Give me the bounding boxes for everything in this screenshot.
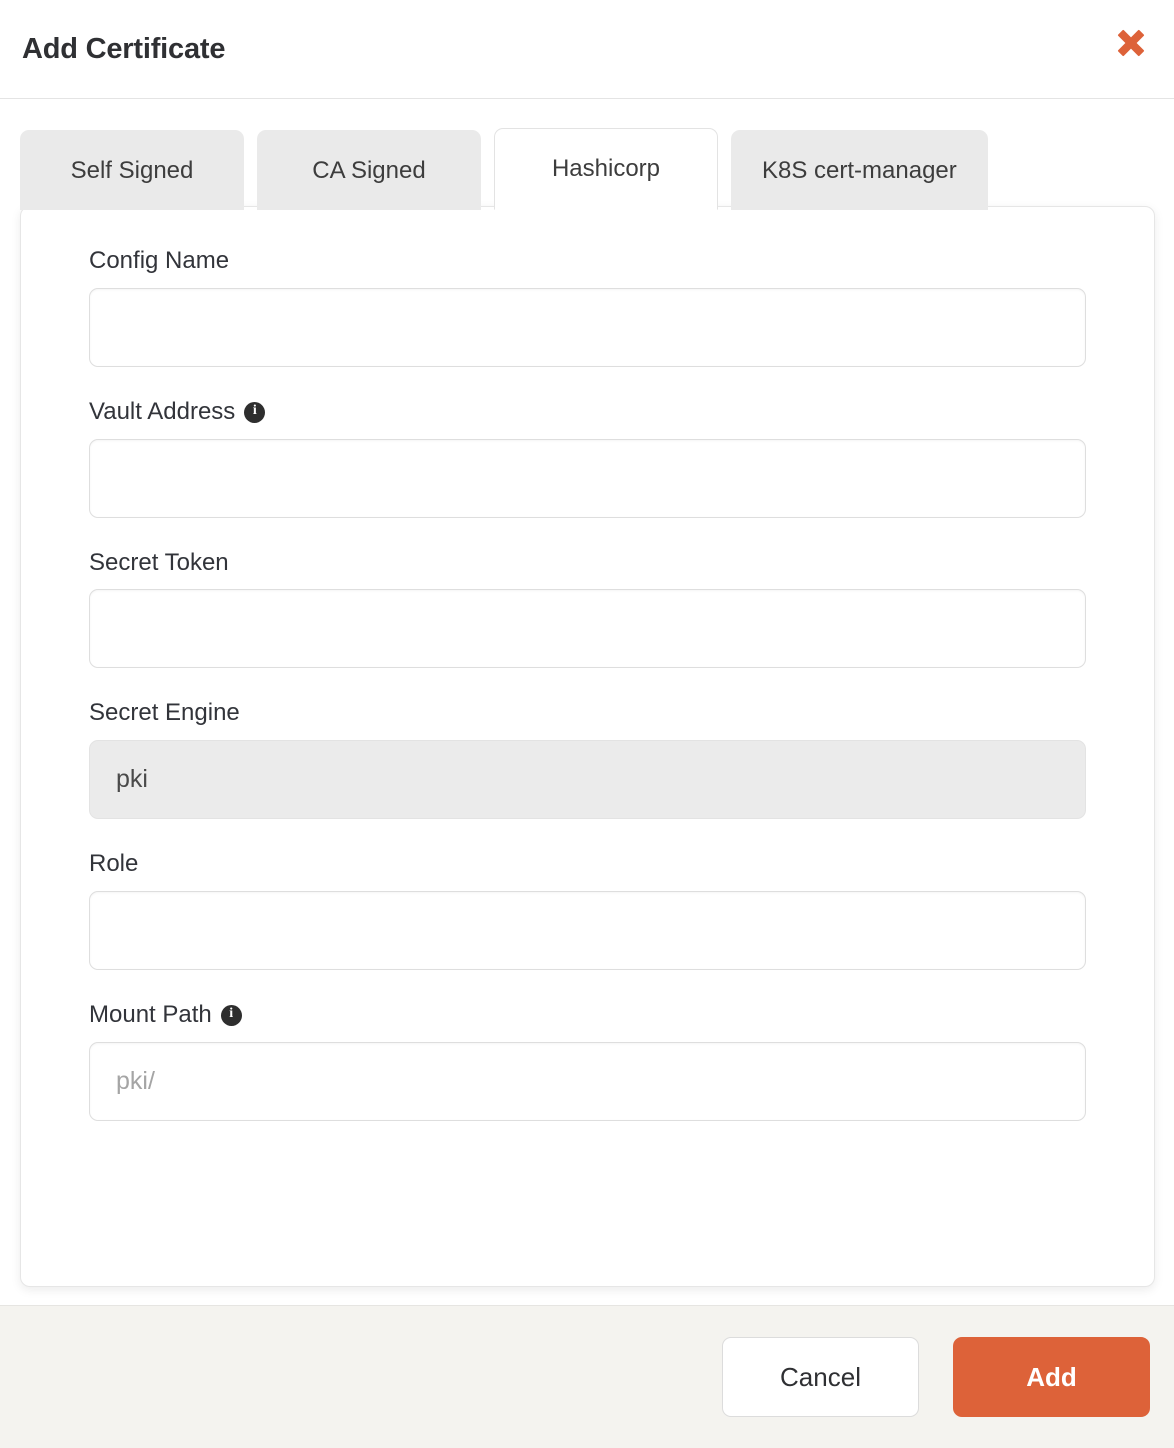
tab-label: Hashicorp — [552, 155, 660, 183]
tab-ca-signed[interactable]: CA Signed — [257, 130, 481, 210]
field-label-text: Vault Address — [89, 398, 235, 427]
tab-k8s-cert-manager[interactable]: K8S cert-manager — [731, 130, 988, 210]
role-input[interactable] — [89, 891, 1086, 970]
field-config-name: Config Name — [89, 247, 1086, 367]
field-label-text: Config Name — [89, 247, 229, 276]
vault-address-input[interactable] — [89, 439, 1086, 518]
tab-label: Self Signed — [71, 157, 194, 185]
field-vault-address: Vault Address i — [89, 398, 1086, 518]
field-label: Config Name — [89, 247, 1086, 276]
field-label-text: Role — [89, 850, 138, 879]
secret-engine-input — [89, 740, 1086, 819]
modal-footer: Cancel Add — [0, 1305, 1174, 1448]
cancel-button[interactable]: Cancel — [722, 1337, 919, 1417]
field-label: Secret Engine — [89, 699, 1086, 728]
field-label-text: Secret Token — [89, 549, 229, 578]
tab-label: CA Signed — [312, 157, 425, 185]
mount-path-input[interactable] — [89, 1042, 1086, 1121]
info-icon[interactable]: i — [244, 402, 265, 423]
tab-self-signed[interactable]: Self Signed — [20, 130, 244, 210]
field-mount-path: Mount Path i — [89, 1001, 1086, 1121]
field-label: Mount Path i — [89, 1001, 1086, 1030]
tab-list: Self Signed CA Signed Hashicorp K8S cert… — [20, 128, 988, 210]
field-label-text: Mount Path — [89, 1001, 212, 1030]
secret-token-input[interactable] — [89, 589, 1086, 668]
add-certificate-modal: Add Certificate Self Signed CA Signed Ha… — [0, 0, 1174, 1448]
field-role: Role — [89, 850, 1086, 970]
field-secret-engine: Secret Engine — [89, 699, 1086, 819]
tab-hashicorp[interactable]: Hashicorp — [494, 128, 718, 210]
tab-label: K8S cert-manager — [762, 157, 957, 185]
field-label-text: Secret Engine — [89, 699, 240, 728]
config-name-input[interactable] — [89, 288, 1086, 367]
close-button[interactable] — [1110, 22, 1152, 64]
field-secret-token: Secret Token — [89, 549, 1086, 669]
modal-header: Add Certificate — [0, 0, 1174, 99]
page-title: Add Certificate — [22, 33, 225, 66]
info-icon-glyph: i — [253, 404, 257, 418]
field-label: Secret Token — [89, 549, 1086, 578]
close-icon — [1116, 28, 1146, 58]
field-label: Role — [89, 850, 1086, 879]
field-label: Vault Address i — [89, 398, 1086, 427]
modal-body: Self Signed CA Signed Hashicorp K8S cert… — [0, 99, 1174, 1305]
tab-panel-hashicorp: Config Name Vault Address i Secret Token — [20, 206, 1155, 1287]
info-icon-glyph: i — [229, 1007, 233, 1021]
info-icon[interactable]: i — [221, 1005, 242, 1026]
add-button[interactable]: Add — [953, 1337, 1150, 1417]
